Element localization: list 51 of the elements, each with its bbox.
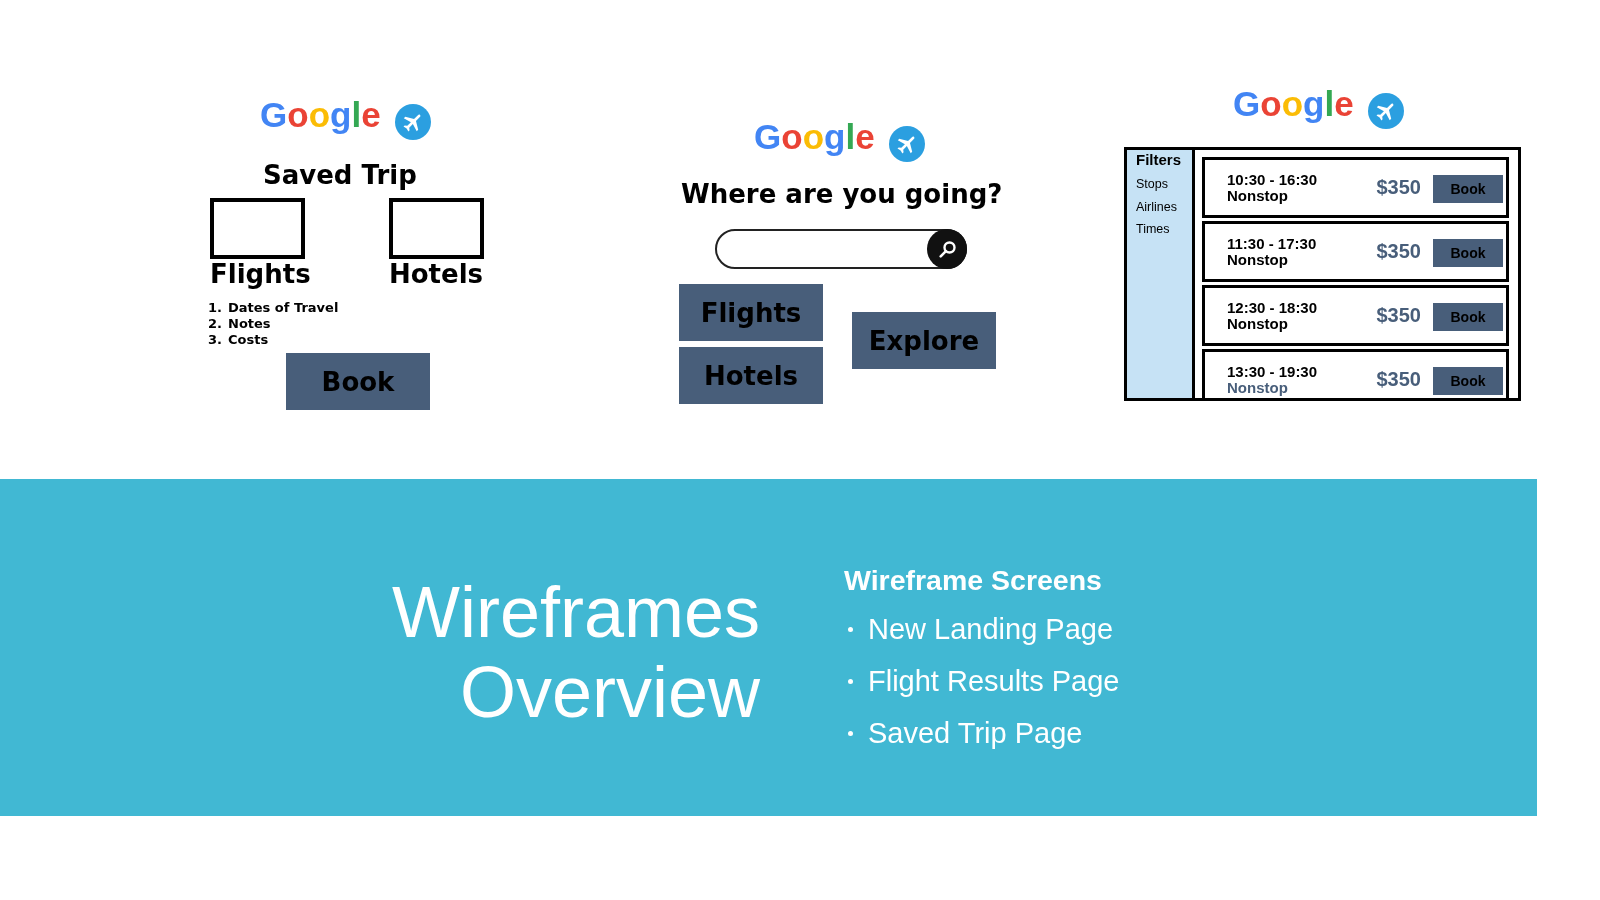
search-field[interactable] xyxy=(715,229,967,269)
list-heading: Wireframe Screens xyxy=(844,563,1102,597)
list-item: Saved Trip Page xyxy=(868,716,1083,751)
list-item: Flight Results Page xyxy=(868,664,1120,699)
list-number: 2. xyxy=(208,316,222,332)
airplane-icon xyxy=(1367,93,1404,129)
filter-option[interactable]: Stops xyxy=(1136,173,1168,196)
list-item: Dates of Travel xyxy=(228,300,339,316)
flight-times: 13:30 - 19:30 xyxy=(1227,363,1318,380)
slide-title: Wireframes Overview xyxy=(391,572,760,732)
list-item: Costs xyxy=(228,332,269,348)
filter-option[interactable]: Times xyxy=(1136,218,1170,241)
book-button[interactable]: Book xyxy=(1433,367,1503,395)
airplane-icon xyxy=(888,126,925,162)
list-item: Notes xyxy=(228,316,271,332)
screen-heading: Where are you going? xyxy=(681,179,1003,209)
screen-title: Saved Trip xyxy=(263,160,417,190)
book-button[interactable]: Book xyxy=(286,353,430,410)
search-icon xyxy=(938,240,956,258)
airplane-icon xyxy=(394,104,431,140)
nav-button[interactable]: Explore xyxy=(852,312,996,369)
bullet-icon xyxy=(848,626,853,632)
search-button[interactable] xyxy=(927,229,967,269)
section-label: Flights xyxy=(210,259,311,289)
book-button[interactable]: Book xyxy=(1433,303,1503,331)
bullet-icon xyxy=(848,730,853,736)
price-label: $350 xyxy=(1376,367,1421,391)
flight-times: 12:30 - 18:30 xyxy=(1227,299,1318,316)
nav-button[interactable]: Hotels xyxy=(679,347,823,404)
logo-wordmark: Google xyxy=(1233,84,1354,124)
filter-option[interactable]: Airlines xyxy=(1136,195,1177,218)
nav-button[interactable]: Flights xyxy=(679,284,823,341)
flight-times: 11:30 - 17:30 xyxy=(1227,235,1317,252)
price-label: $350 xyxy=(1376,239,1421,263)
price-label: $350 xyxy=(1376,303,1421,327)
bullet-icon xyxy=(848,678,853,684)
logo-wordmark: Google xyxy=(754,117,875,157)
logo-wordmark: Google xyxy=(260,95,381,135)
list-number: 3. xyxy=(208,332,222,348)
stops-label: Nonstop xyxy=(1227,187,1288,204)
list-item: New Landing Page xyxy=(868,612,1114,647)
price-label: $350 xyxy=(1376,175,1421,199)
list-number: 1. xyxy=(208,300,222,316)
stops-label: Nonstop xyxy=(1227,315,1288,332)
filter-heading: Filters xyxy=(1136,152,1181,168)
book-button[interactable]: Book xyxy=(1433,239,1503,267)
section-label: Hotels xyxy=(389,259,484,289)
stops-label: Nonstop xyxy=(1227,379,1288,396)
stops-label: Nonstop xyxy=(1227,251,1288,268)
book-button[interactable]: Book xyxy=(1433,175,1503,203)
flight-times: 10:30 - 16:30 xyxy=(1227,171,1318,188)
